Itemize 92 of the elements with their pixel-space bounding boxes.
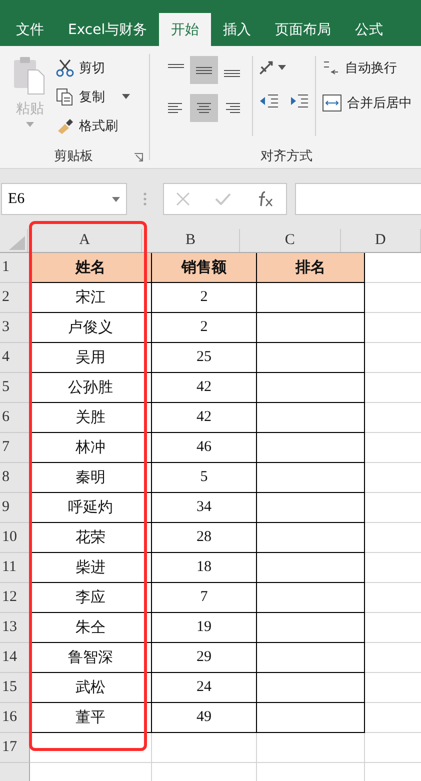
copy-button[interactable]: 复制 bbox=[56, 85, 130, 108]
copy-icon bbox=[56, 88, 74, 106]
table-cell: 鲁智深 bbox=[30, 643, 152, 673]
table-cell: 46 bbox=[152, 433, 257, 463]
row-header[interactable]: 5 bbox=[0, 373, 30, 403]
align-center-button[interactable] bbox=[190, 94, 218, 122]
row-header[interactable]: 14 bbox=[0, 643, 30, 673]
ribbon-tab[interactable]: 公式 bbox=[343, 13, 396, 46]
row-header[interactable]: 2 bbox=[0, 283, 30, 313]
table-cell: 关胜 bbox=[30, 403, 152, 433]
table-cell: 花荣 bbox=[30, 523, 152, 553]
table-cell: 29 bbox=[152, 643, 257, 673]
ribbon-tab[interactable]: 页面布局 bbox=[263, 13, 344, 46]
column-header[interactable]: B bbox=[142, 229, 240, 252]
table-cell: 卢俊义 bbox=[30, 313, 152, 343]
row-header[interactable]: 4 bbox=[0, 343, 30, 373]
align-lines-icon bbox=[196, 103, 212, 113]
ribbon-tab[interactable]: 插入 bbox=[211, 13, 264, 46]
caret-icon[interactable] bbox=[122, 94, 130, 99]
merge-cells-icon bbox=[322, 94, 342, 112]
table-cell: 姓名 bbox=[30, 253, 152, 283]
angled-text-icon bbox=[259, 60, 273, 74]
table-cell: 呼延灼 bbox=[30, 493, 152, 523]
table-cell: 排名 bbox=[257, 253, 365, 283]
table-cell: 28 bbox=[152, 523, 257, 553]
ribbon-tab[interactable]: Excel与财务 bbox=[56, 13, 160, 46]
row-header[interactable]: 10 bbox=[0, 523, 30, 553]
table-cell: 吴用 bbox=[30, 343, 152, 373]
wrap-text-icon bbox=[322, 58, 340, 76]
name-box[interactable]: E6 bbox=[1, 183, 127, 215]
row-header[interactable]: 17 bbox=[0, 733, 30, 763]
table-cell: 宋江 bbox=[30, 283, 152, 313]
scissors-icon bbox=[56, 58, 74, 76]
table-cell: 武松 bbox=[30, 673, 152, 703]
check-icon[interactable] bbox=[214, 193, 231, 205]
table-cell: 秦明 bbox=[30, 463, 152, 493]
merge-center-button[interactable]: 合并后居中 bbox=[322, 91, 412, 114]
align-middle-button[interactable] bbox=[190, 56, 218, 84]
dialog-launcher-icon[interactable] bbox=[134, 153, 143, 162]
row-header[interactable]: 11 bbox=[0, 553, 30, 583]
table-cell: 42 bbox=[152, 373, 257, 403]
align-lines-icon bbox=[168, 64, 184, 68]
table-cell: 董平 bbox=[30, 703, 152, 733]
table-cell: 李应 bbox=[30, 583, 152, 613]
row-header[interactable]: 1 bbox=[0, 253, 30, 283]
wrap-text-button[interactable]: 自动换行 bbox=[322, 56, 412, 79]
align-lines-icon bbox=[196, 66, 212, 74]
row-header[interactable]: 13 bbox=[0, 613, 30, 643]
table-cell: 销售额 bbox=[152, 253, 257, 283]
table-cell: 24 bbox=[152, 673, 257, 703]
row-header[interactable]: 8 bbox=[0, 463, 30, 493]
table-cell: 19 bbox=[152, 613, 257, 643]
table-cell: 朱仝 bbox=[30, 613, 152, 643]
row-header[interactable]: 3 bbox=[0, 313, 30, 343]
caret-icon bbox=[26, 122, 34, 127]
table-cell: 42 bbox=[152, 403, 257, 433]
table-cell: 5 bbox=[152, 463, 257, 493]
table-cell: 公孙胜 bbox=[30, 373, 152, 403]
formula-input[interactable] bbox=[295, 183, 421, 215]
table-cell: 林冲 bbox=[30, 433, 152, 463]
caret-icon bbox=[278, 65, 286, 70]
group-label: 剪贴板 bbox=[54, 148, 93, 165]
table-cell: 34 bbox=[152, 493, 257, 523]
table-cell: 柴进 bbox=[30, 553, 152, 583]
table-cell: 18 bbox=[152, 553, 257, 583]
row-header[interactable]: 12 bbox=[0, 583, 30, 613]
align-lines-icon bbox=[224, 70, 240, 77]
ribbon-tab[interactable]: 开始 bbox=[159, 13, 212, 46]
painter-button[interactable]: 格式刷 bbox=[56, 114, 130, 137]
ribbon-tab[interactable]: 文件 bbox=[4, 13, 56, 46]
caret-icon[interactable] bbox=[112, 196, 120, 202]
align-lines-icon bbox=[168, 103, 184, 113]
table-cell: 2 bbox=[152, 283, 257, 313]
row-header[interactable]: 15 bbox=[0, 673, 30, 703]
table-cell: 49 bbox=[152, 703, 257, 733]
brush-icon bbox=[56, 116, 74, 134]
cut-button[interactable]: 剪切 bbox=[56, 56, 130, 79]
row-header[interactable]: 6 bbox=[0, 403, 30, 433]
table-cell: 2 bbox=[152, 313, 257, 343]
align-lines-icon bbox=[224, 103, 240, 113]
table-cell: 7 bbox=[152, 583, 257, 613]
table-cell: 25 bbox=[152, 343, 257, 373]
grip-icon[interactable] bbox=[143, 191, 147, 207]
row-header[interactable]: 9 bbox=[0, 493, 30, 523]
column-header[interactable]: D bbox=[340, 229, 421, 252]
column-header[interactable]: C bbox=[240, 229, 341, 252]
decrease-indent-icon[interactable] bbox=[259, 93, 279, 109]
row-header[interactable]: 16 bbox=[0, 703, 30, 733]
increase-indent-icon[interactable] bbox=[289, 93, 309, 109]
column-header[interactable]: A bbox=[28, 229, 142, 252]
group-label: 对齐方式 bbox=[260, 148, 312, 165]
row-header[interactable]: 7 bbox=[0, 433, 30, 463]
